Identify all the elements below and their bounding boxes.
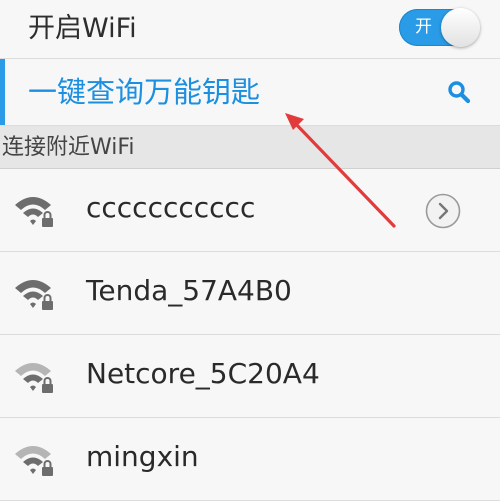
chevron-right-circle-icon[interactable] (425, 193, 461, 229)
network-name: Tenda_57A4B0 (86, 274, 292, 307)
wifi-locked-icon (15, 280, 53, 310)
wifi-locked-icon (15, 197, 53, 227)
wifi-locked-icon (15, 446, 53, 476)
wifi-toggle-row: 开启WiFi 开 (0, 0, 500, 59)
network-row[interactable]: mingxin (0, 418, 500, 501)
network-name: Netcore_5C20A4 (86, 357, 320, 390)
network-name: mingxin (86, 440, 199, 473)
section-header: 连接附近WiFi (0, 126, 500, 169)
network-row[interactable]: ccccccccccc (0, 169, 500, 252)
network-name: ccccccccccc (86, 191, 256, 224)
section-title: 连接附近WiFi (2, 135, 135, 160)
accent-bar (0, 59, 5, 125)
network-row[interactable]: Netcore_5C20A4 (0, 335, 500, 418)
wifi-locked-icon (15, 363, 53, 393)
network-row[interactable]: Tenda_57A4B0 (0, 252, 500, 335)
wifi-toggle-label: 开启WiFi (28, 13, 137, 44)
toggle-knob[interactable] (441, 8, 480, 47)
key-query-label: 一键查询万能钥匙 (28, 75, 261, 109)
key-query-row[interactable]: 一键查询万能钥匙 (0, 59, 500, 126)
wifi-toggle-switch[interactable]: 开 (399, 8, 480, 47)
toggle-on-text: 开 (415, 17, 432, 37)
search-icon[interactable] (446, 79, 472, 105)
